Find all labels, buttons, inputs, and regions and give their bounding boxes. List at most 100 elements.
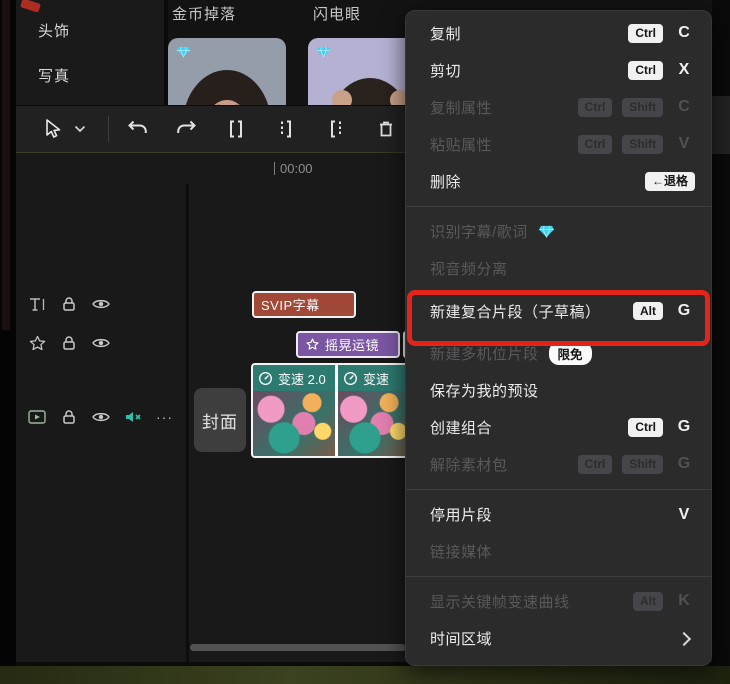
video-clip-1[interactable]: 变速 2.0 <box>253 365 335 456</box>
menu-item-label: 时间区域 <box>430 631 493 648</box>
menu-item-label: 视音频分离 <box>430 261 508 278</box>
eye-icon[interactable] <box>92 334 110 352</box>
menu-divider <box>406 489 711 490</box>
menu-item-label: 识别字幕/歌词 <box>430 224 528 241</box>
menu-item-label: 剪切 <box>430 63 462 80</box>
menu-item-new-compound-clip[interactable]: 新建复合片段（子草稿） Alt G <box>406 287 711 335</box>
redo-button[interactable] <box>172 115 200 143</box>
lock-icon[interactable] <box>60 408 78 426</box>
menu-item-cut[interactable]: 剪切 Ctrl X <box>406 52 711 89</box>
menu-item-copy-attributes: 复制属性 Ctrl Shift C <box>406 89 711 126</box>
menu-item-label: 解除素材包 <box>430 457 508 474</box>
menu-item-link-media: 链接媒体 <box>406 533 711 570</box>
effect-track-header <box>28 334 110 352</box>
context-menu: 复制 Ctrl C 剪切 Ctrl X 复制属性 Ctrl Shift C 粘贴属性 C… <box>405 10 712 666</box>
horizontal-scrollbar[interactable] <box>190 644 406 651</box>
lock-icon[interactable] <box>60 295 78 313</box>
menu-item-disable-clip[interactable]: 停用片段 V <box>406 496 711 533</box>
right-panel-edge <box>712 96 730 154</box>
shortcut-badge: Ctrl <box>577 455 613 474</box>
sidebar-item-headwear[interactable]: 头饰 <box>38 20 70 41</box>
shortcut-key: V <box>678 505 690 523</box>
playhead-tick <box>274 162 275 175</box>
speed-label: 变速 2.0 <box>278 371 326 387</box>
menu-item-label: 新建多机位片段 <box>430 346 539 363</box>
shortcut-badge: Ctrl <box>628 24 663 43</box>
split-button[interactable] <box>222 115 250 143</box>
shortcut-key: V <box>678 135 690 153</box>
effect-clip-label: 摇晃运镜 <box>325 338 380 353</box>
speed-label: 变速 <box>363 371 390 387</box>
menu-item-label: 删除 <box>430 174 462 191</box>
star-icon <box>28 334 46 352</box>
shortcut-badge: Shift <box>622 455 663 474</box>
video-clip-2[interactable]: 变速 <box>338 365 409 456</box>
menu-item-label: 显示关键帧变速曲线 <box>430 594 570 611</box>
subtitle-clip[interactable]: SVIP字幕 <box>252 291 356 318</box>
left-edge-tint <box>2 0 10 330</box>
more-options-button[interactable]: ··· <box>156 409 173 425</box>
menu-item-save-as-preset[interactable]: 保存为我的预设 <box>406 372 711 409</box>
delete-clip-button[interactable] <box>372 115 400 143</box>
shortcut-badge: Ctrl <box>577 135 613 154</box>
mute-icon[interactable] <box>124 408 142 426</box>
split-keep-left-button[interactable] <box>272 115 300 143</box>
effects-sidebar: 头饰 写真 <box>16 0 168 105</box>
effect-star-icon <box>306 338 319 350</box>
menu-divider <box>406 576 711 577</box>
menu-item-delete[interactable]: 删除 ←退格 <box>406 163 711 200</box>
vip-diamond-icon <box>538 225 555 238</box>
menu-item-label: 停用片段 <box>430 507 493 524</box>
menu-item-time-region[interactable]: 时间区域 <box>406 620 711 657</box>
menu-item-create-group[interactable]: 创建组合 Ctrl G <box>406 409 711 446</box>
video-track-icon <box>28 408 46 426</box>
menu-item-recognize-subtitles: 识别字幕/歌词 <box>406 213 711 250</box>
shortcut-badge: Ctrl <box>628 418 663 437</box>
shortcut-badge: Ctrl <box>628 61 663 80</box>
menu-item-show-keyframe-curve: 显示关键帧变速曲线 Alt K <box>406 583 711 620</box>
menu-item-label: 链接媒体 <box>430 544 493 561</box>
shortcut-key: C <box>678 24 690 42</box>
lock-icon[interactable] <box>60 334 78 352</box>
menu-item-unbundle-material: 解除素材包 Ctrl Shift G <box>406 446 711 483</box>
split-keep-right-button[interactable] <box>322 115 350 143</box>
menu-item-paste-attributes: 粘贴属性 Ctrl Shift V <box>406 126 711 163</box>
speed-gauge-icon <box>344 371 357 385</box>
menu-divider <box>406 206 711 207</box>
video-thumbnail <box>338 391 409 456</box>
submenu-chevron-icon <box>676 631 692 646</box>
shortcut-key: G <box>677 301 691 319</box>
cursor-tool-button[interactable] <box>38 115 66 143</box>
text-track-icon <box>28 295 46 313</box>
video-track-header: ··· <box>28 408 173 426</box>
menu-item-copy[interactable]: 复制 Ctrl C <box>406 15 711 52</box>
cursor-tool-chevron-down-icon[interactable] <box>70 115 90 143</box>
menu-item-separate-audio: 视音频分离 <box>406 250 711 287</box>
shortcut-key: G <box>677 455 691 473</box>
effect-label-lightning-eye: 闪电眼 <box>313 6 362 23</box>
sidebar-item-photo[interactable]: 写真 <box>38 65 70 86</box>
shortcut-badge: Alt <box>633 592 663 611</box>
video-clip-group[interactable]: 变速 2.0 变速 <box>251 363 411 458</box>
menu-item-label: 粘贴属性 <box>430 137 493 154</box>
speed-label-bar: 变速 <box>338 365 409 391</box>
shortcut-badge: Ctrl <box>577 98 613 117</box>
menu-item-label: 创建组合 <box>430 420 493 437</box>
video-thumbnail <box>253 391 335 456</box>
undo-button[interactable] <box>124 115 152 143</box>
shortcut-key: C <box>678 98 690 116</box>
effect-clip[interactable]: 摇晃运镜 <box>296 331 400 358</box>
menu-item-label: 复制属性 <box>430 100 493 117</box>
ruler-timecode: 00:00 <box>280 161 313 176</box>
cover-button[interactable]: 封面 <box>194 388 246 452</box>
shortcut-badge: Shift <box>622 98 663 117</box>
eye-icon[interactable] <box>92 295 110 313</box>
shortcut-badge: Alt <box>633 301 663 321</box>
shortcut-key: X <box>678 61 690 79</box>
speed-label-bar: 变速 2.0 <box>253 365 335 391</box>
bottom-desktop-strip <box>0 666 730 684</box>
effect-label-coin-drop: 金币掉落 <box>172 6 237 23</box>
effect-thumbnail-coin-drop[interactable] <box>168 38 286 105</box>
shortcut-badge: Shift <box>622 135 663 154</box>
eye-icon[interactable] <box>92 408 110 426</box>
